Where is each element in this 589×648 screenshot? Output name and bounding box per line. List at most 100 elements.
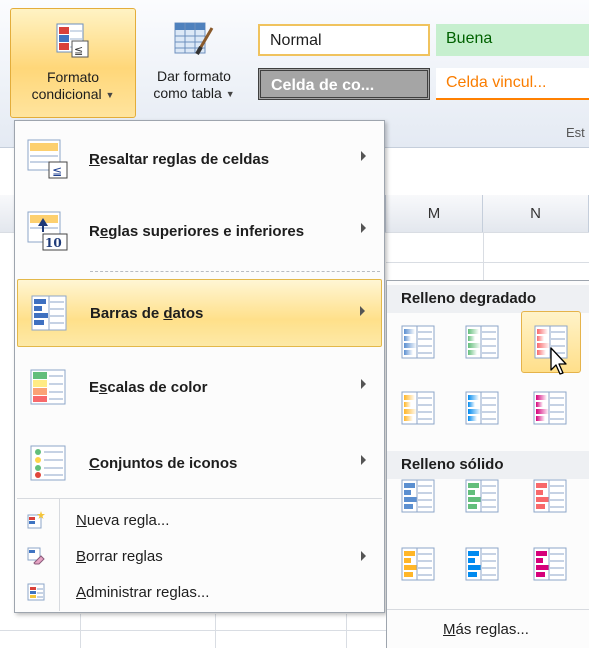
- label-part: ueva regla...: [86, 511, 170, 529]
- cell-style-normal[interactable]: Normal: [258, 24, 430, 56]
- column-header-m[interactable]: M: [386, 195, 483, 233]
- menu-item-icon-sets[interactable]: Conjuntos de iconos: [17, 429, 382, 497]
- label-accelerator: A: [76, 583, 87, 601]
- solid-red-data-bar[interactable]: [523, 469, 577, 523]
- format-as-table-button[interactable]: Dar formato como tabla ▼: [138, 8, 250, 118]
- solid-green-data-bar[interactable]: [455, 469, 509, 523]
- svg-text:≦: ≦: [52, 164, 62, 178]
- data-bar-sample: [404, 416, 413, 421]
- cell-style-buena[interactable]: Buena: [436, 24, 589, 56]
- data-bar-sample: [404, 343, 417, 348]
- data-bar-sample: [404, 395, 415, 400]
- top-bottom-rules-icon: 10: [27, 211, 68, 251]
- cell-style-check-cell[interactable]: Celda de co...: [258, 68, 430, 100]
- menu-item-clear-rules[interactable]: Borrar reglas: [17, 539, 382, 573]
- data-bar-sample: [536, 483, 547, 488]
- manage-rules-icon: [27, 583, 45, 601]
- column-header-n[interactable]: N: [483, 195, 589, 233]
- gradient-lightblue-data-bar[interactable]: [455, 381, 509, 435]
- data-bar-sample: [536, 416, 545, 421]
- conditional-format-menu: ≦ Resaltar reglas de celdas 10 Reglas su…: [14, 120, 385, 613]
- menu-item-data-bars[interactable]: Barras de datos: [17, 279, 382, 347]
- menu-item-color-scales[interactable]: Escalas de color: [17, 353, 382, 421]
- clear-rules-icon: [27, 547, 45, 565]
- data-bar-sample: [536, 490, 543, 495]
- label-part: esaltar reglas de celdas: [99, 150, 270, 168]
- label-part: glas superiores e inferiores: [108, 222, 305, 240]
- label-part: orrar reglas: [86, 547, 163, 565]
- data-bar-sample: [468, 565, 481, 570]
- data-bar-sample: [536, 504, 545, 509]
- menu-item-label: Barras de datos: [90, 305, 203, 322]
- grid-line: [80, 614, 81, 648]
- mouse-pointer-icon: [550, 347, 567, 375]
- menu-separator: [90, 271, 380, 272]
- conditional-format-button[interactable]: ≦ Formato condicional ▼: [10, 8, 136, 118]
- gradient-orange-data-bar[interactable]: [391, 381, 445, 435]
- data-bar-sample: [468, 336, 475, 341]
- gradient-blue-data-bar-icon: [401, 325, 435, 359]
- data-bar-sample: [404, 483, 415, 488]
- menu-item-new-rule[interactable]: Nueva regla...: [17, 503, 382, 537]
- gradient-fill-header: Relleno degradado: [387, 285, 589, 313]
- solid-red-data-bar-icon: [533, 479, 567, 513]
- data-bar-sample: [404, 497, 417, 502]
- gradient-blue-data-bar[interactable]: [391, 315, 445, 369]
- grid-line: [0, 630, 386, 631]
- data-bar-sample: [468, 497, 481, 502]
- data-bar-sample: [404, 402, 411, 407]
- data-bar-sample: [536, 395, 547, 400]
- label-accelerator: N: [76, 511, 87, 529]
- conditional-format-label-1: Formato: [46, 69, 100, 85]
- data-bar-sample: [537, 336, 544, 341]
- data-bar-sample: [404, 572, 413, 577]
- solid-purple-data-bar-icon: [533, 547, 567, 581]
- menu-item-label: Nueva regla...: [76, 512, 169, 529]
- format-as-table-label-2: como tabla ▼: [153, 85, 234, 103]
- menu-item-label: Borrar reglas: [76, 548, 163, 565]
- solid-purple-data-bar[interactable]: [523, 537, 577, 591]
- data-bar-sample: [468, 483, 479, 488]
- data-bar-sample: [468, 558, 475, 563]
- data-bar-sample: [468, 504, 477, 509]
- cell-style-linked-cell[interactable]: Celda vincul...: [436, 68, 589, 100]
- gradient-lightblue-data-bar-icon: [465, 391, 499, 425]
- label-part: E: [89, 378, 100, 396]
- menu-separator: [387, 609, 589, 610]
- grid-line: [346, 614, 347, 648]
- highlight-cells-rules-icon: ≦: [27, 139, 68, 179]
- menu-item-top-bottom-rules[interactable]: 10 Reglas superiores e inferiores: [17, 197, 382, 265]
- data-bar-sample: [404, 551, 415, 556]
- chevron-right-icon: [361, 223, 366, 233]
- label-accelerator: R: [89, 150, 100, 168]
- solid-lightblue-data-bar[interactable]: [455, 537, 509, 591]
- solid-blue-data-bar-icon: [401, 479, 435, 513]
- menu-item-manage-rules[interactable]: Administrar reglas...: [17, 575, 382, 609]
- data-bar-sample: [404, 565, 417, 570]
- data-bar-sample: [468, 490, 475, 495]
- data-bar-sample: [468, 343, 481, 348]
- solid-orange-data-bar[interactable]: [391, 537, 445, 591]
- conditional-format-label-2: condicional ▼: [32, 86, 115, 104]
- chevron-down-icon: ▼: [105, 90, 115, 100]
- data-bar-sample: [404, 336, 411, 341]
- data-bar-sample: [536, 558, 543, 563]
- data-bar-sample: [536, 409, 549, 414]
- label-accelerator: C: [89, 454, 100, 472]
- solid-blue-data-bar[interactable]: [391, 469, 445, 523]
- data-bar-sample: [536, 402, 543, 407]
- label-accelerator: B: [76, 547, 87, 565]
- label-part: onjuntos de iconos: [99, 454, 238, 472]
- data-bar-sample: [468, 350, 477, 355]
- data-bars-submenu: Relleno degradado Relleno sólido Más reg…: [386, 280, 589, 648]
- gradient-purple-data-bar-icon: [533, 391, 567, 425]
- label-accelerator: d: [163, 304, 173, 322]
- gradient-purple-data-bar[interactable]: [523, 381, 577, 435]
- gradient-green-data-bar[interactable]: [455, 315, 509, 369]
- label-part: calas de color: [107, 378, 208, 396]
- format-as-table-label-1: Dar formato: [157, 68, 231, 84]
- more-rules-item[interactable]: Más reglas...: [443, 621, 529, 638]
- svg-text:≦: ≦: [74, 44, 83, 57]
- menu-item-highlight-cells-rules[interactable]: ≦ Resaltar reglas de celdas: [17, 125, 382, 193]
- data-bar-sample: [468, 551, 479, 556]
